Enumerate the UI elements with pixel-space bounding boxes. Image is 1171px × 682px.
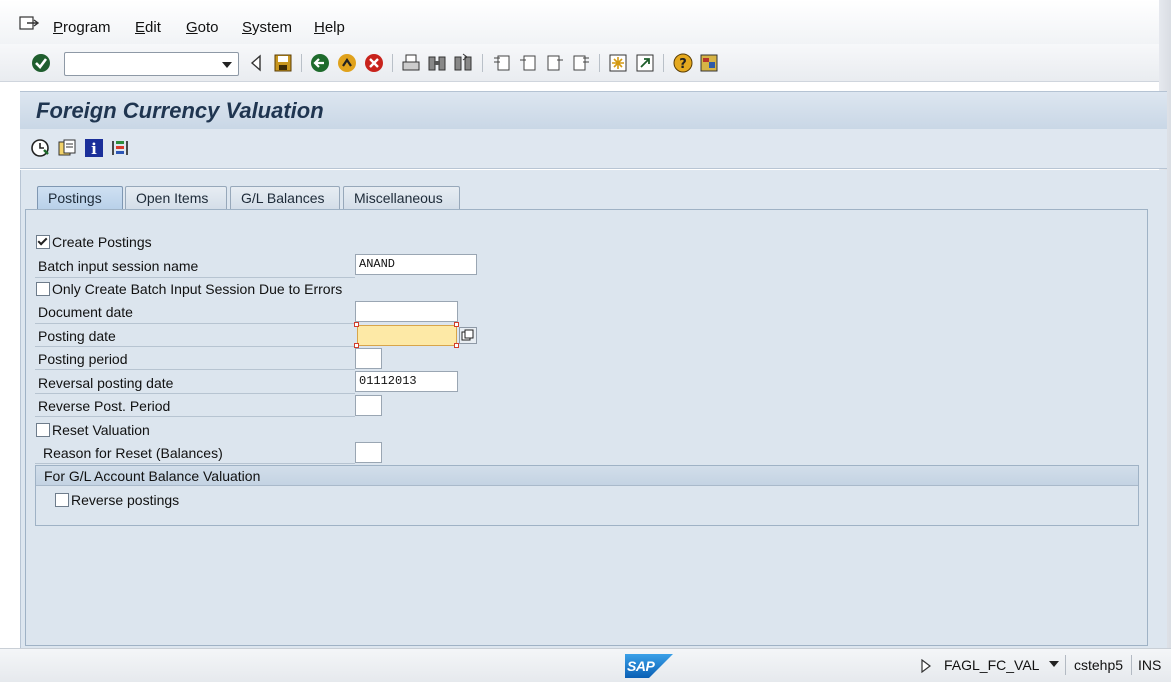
posting-date-label: Posting date bbox=[38, 328, 116, 344]
status-bar: SAP FAGL_FC_VAL cstehp5 INS bbox=[0, 648, 1171, 682]
create-session-icon[interactable] bbox=[608, 53, 628, 73]
copy-icon bbox=[461, 329, 474, 341]
selection-options-icon[interactable] bbox=[110, 138, 130, 158]
enter-icon[interactable] bbox=[31, 53, 51, 73]
insert-mode[interactable]: INS bbox=[1138, 657, 1161, 673]
status-separator bbox=[1065, 655, 1066, 675]
batch-session-label: Batch input session name bbox=[38, 258, 199, 274]
only-batch-errors-checkbox[interactable] bbox=[36, 282, 50, 296]
menu-help[interactable]: Help bbox=[314, 19, 345, 36]
reset-valuation-checkbox[interactable] bbox=[36, 423, 50, 437]
svg-text:i: i bbox=[91, 140, 97, 158]
customize-layout-icon[interactable] bbox=[699, 53, 719, 73]
row-divider bbox=[35, 277, 355, 278]
toolbar-separator bbox=[599, 54, 600, 72]
help-icon[interactable]: ? bbox=[673, 53, 693, 73]
shortcut-icon[interactable] bbox=[635, 53, 655, 73]
status-separator bbox=[1131, 655, 1132, 675]
posting-period-field[interactable] bbox=[355, 348, 382, 369]
calendar-help-button[interactable] bbox=[459, 327, 477, 344]
menu-bar: Program Edit Goto System Help bbox=[0, 0, 1171, 44]
create-postings-checkbox[interactable] bbox=[36, 235, 50, 249]
back-green-icon[interactable] bbox=[310, 53, 330, 73]
row-divider bbox=[35, 323, 355, 324]
reverse-postings-label: Reverse postings bbox=[71, 492, 180, 508]
reverse-post-period-field[interactable] bbox=[355, 395, 382, 416]
toolbar-separator bbox=[663, 54, 664, 72]
document-date-field[interactable] bbox=[355, 301, 458, 322]
reason-for-reset-field[interactable] bbox=[355, 442, 382, 463]
get-variant-icon[interactable] bbox=[57, 138, 77, 158]
selection-handle bbox=[354, 322, 359, 327]
only-batch-errors-label: Only Create Batch Input Session Due to E… bbox=[52, 281, 343, 297]
reverse-post-period-label: Reverse Post. Period bbox=[38, 398, 171, 414]
previous-page-icon[interactable] bbox=[518, 53, 538, 73]
group-header: For G/L Account Balance Valuation bbox=[36, 466, 1138, 486]
tab-miscellaneous[interactable]: Miscellaneous bbox=[343, 186, 460, 210]
tab-gl-balances[interactable]: G/L Balances bbox=[230, 186, 340, 210]
sap-logo-text: SAP bbox=[627, 658, 655, 674]
last-page-icon[interactable] bbox=[571, 53, 591, 73]
page-title: Foreign Currency Valuation bbox=[36, 98, 324, 123]
exit-icon[interactable] bbox=[337, 53, 357, 73]
chevron-down-icon[interactable] bbox=[222, 62, 232, 68]
row-divider bbox=[35, 369, 355, 370]
print-icon[interactable] bbox=[401, 53, 421, 73]
tab-panel-postings bbox=[25, 209, 1148, 646]
reversal-posting-date-label: Reversal posting date bbox=[38, 375, 174, 391]
next-page-icon[interactable] bbox=[545, 53, 565, 73]
back-icon[interactable] bbox=[246, 53, 266, 73]
svg-text:?: ? bbox=[679, 57, 687, 72]
reversal-posting-date-field[interactable]: 01112013 bbox=[355, 371, 458, 392]
menu-goto[interactable]: Goto bbox=[186, 19, 219, 36]
status-expand-icon[interactable] bbox=[920, 659, 932, 673]
chevron-down-icon[interactable] bbox=[1049, 661, 1059, 667]
execute-icon[interactable] bbox=[30, 138, 50, 158]
info-icon[interactable]: i bbox=[84, 138, 104, 158]
title-bar: Foreign Currency Valuation bbox=[20, 91, 1167, 129]
document-date-label: Document date bbox=[38, 304, 133, 320]
reverse-postings-checkbox[interactable] bbox=[55, 493, 69, 507]
row-divider bbox=[35, 393, 355, 394]
find-next-icon[interactable] bbox=[453, 53, 473, 73]
group-title: For G/L Account Balance Valuation bbox=[44, 468, 261, 484]
cancel-icon[interactable] bbox=[364, 53, 384, 73]
toolbar-separator bbox=[392, 54, 393, 72]
row-divider bbox=[35, 346, 355, 347]
standard-toolbar: ? bbox=[0, 44, 1171, 82]
tab-postings[interactable]: Postings bbox=[37, 186, 123, 211]
menu-system[interactable]: System bbox=[242, 19, 292, 36]
first-page-icon[interactable] bbox=[492, 53, 512, 73]
toolbar-separator bbox=[482, 54, 483, 72]
transaction-code: FAGL_FC_VAL bbox=[944, 657, 1040, 673]
posting-date-field[interactable] bbox=[357, 325, 457, 346]
batch-session-field[interactable]: ANAND bbox=[355, 254, 477, 275]
reason-for-reset-label: Reason for Reset (Balances) bbox=[43, 445, 223, 461]
tab-open-items[interactable]: Open Items bbox=[125, 186, 227, 210]
create-postings-label: Create Postings bbox=[52, 234, 152, 250]
menu-edit[interactable]: Edit bbox=[135, 19, 161, 36]
reset-valuation-label: Reset Valuation bbox=[52, 422, 150, 438]
posting-period-label: Posting period bbox=[38, 351, 128, 367]
application-toolbar: i bbox=[20, 129, 1167, 169]
menu-program[interactable]: Program bbox=[53, 19, 111, 36]
find-icon[interactable] bbox=[427, 53, 447, 73]
command-field[interactable] bbox=[64, 52, 239, 76]
toolbar-separator bbox=[301, 54, 302, 72]
row-divider bbox=[35, 416, 355, 417]
checkmark-icon bbox=[37, 235, 48, 246]
gl-balance-valuation-group: For G/L Account Balance Valuation Revers… bbox=[35, 465, 1139, 526]
row-divider bbox=[35, 463, 355, 464]
system-menu-icon[interactable] bbox=[19, 16, 39, 32]
server-name: cstehp5 bbox=[1074, 657, 1124, 673]
save-icon[interactable] bbox=[273, 53, 293, 73]
